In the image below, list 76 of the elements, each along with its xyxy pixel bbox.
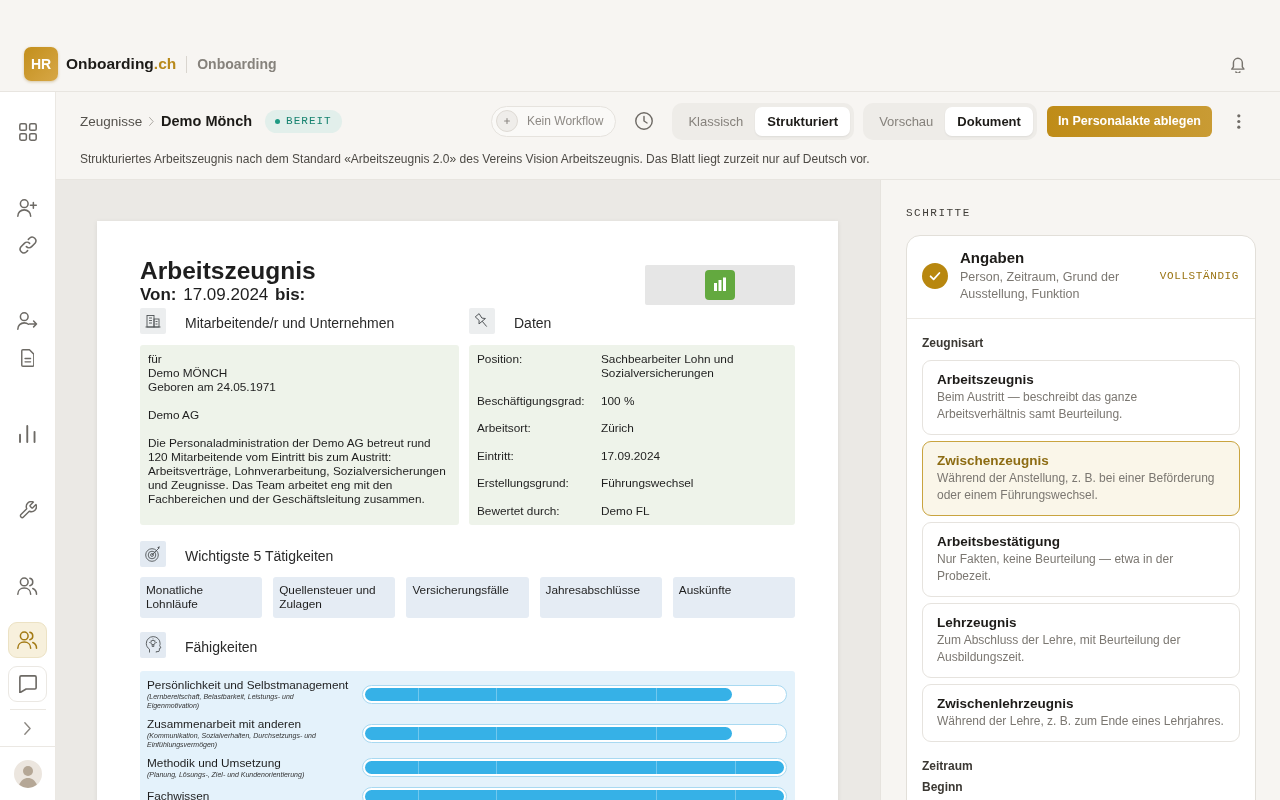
info-text: Demo MÖNCH (148, 366, 229, 380)
users-icon (17, 631, 38, 649)
bell-icon (1231, 55, 1245, 73)
field-label: Beginn (922, 781, 964, 794)
display-mode-tab[interactable]: Dokument (945, 106, 1033, 136)
section-title: Mitarbeitende/r und Unternehmen (185, 314, 395, 332)
step-subtitle: Person, Zeitraum, Grund der Ausstellung, Funktion (960, 269, 1121, 303)
link-icon (18, 236, 37, 254)
info-text: Geboren am 24.05.1971 (148, 380, 277, 394)
period-text: Von: 17.09.2024 bis: (140, 285, 307, 305)
status-dot-icon (275, 118, 281, 124)
grid-icon (18, 123, 37, 141)
document-icon (20, 349, 35, 367)
chat-bubble-icon (18, 675, 37, 693)
data-value: Sachbearbeiter Lohn und Sozialversicherungen (601, 352, 735, 380)
dots-vertical-icon (1237, 113, 1241, 129)
certificate-type-option[interactable]: Arbeitsbestätigung Nur Fakten, keine Beurteilung — etwa in der Probezeit. (922, 522, 1240, 597)
skill-name: Zusammenarbeit mit anderen (147, 717, 303, 731)
skill-name: Persönlichkeit und Selbstmanagement (147, 678, 350, 692)
tool-button[interactable] (8, 622, 47, 658)
info-text: Die Personaladministration der Demo AG betreut rund 120 Mitarbeitende vom Eintritt bis zum Austritt: Arbeitsverträge, Lohnverarbeitung, Sozialversicherungen und Zeugnisse. Das Team arbeitet eng mit den Fachbereichen und der Geschäftsleitung zusammen. (148, 436, 447, 506)
section-title: Fähigkeiten (185, 637, 258, 656)
section-title: Onboarding (197, 56, 277, 72)
data-value: 100 % (601, 393, 636, 408)
section-title: Daten (514, 314, 552, 332)
certificate-type-option[interactable]: Zwischenzeugnis Während der Anstellung, z. B. bei einer Beförderung oder einem Führungswechsel. (922, 441, 1240, 516)
user-plus-icon (17, 199, 38, 217)
status-label: BEREIT (286, 115, 332, 127)
step-status: VOLLSTÄNDIG (1159, 269, 1239, 282)
wrench-icon (18, 501, 37, 519)
bar-chart-icon (19, 425, 36, 443)
building-icon (140, 308, 166, 334)
activity-card: Versicherungsfälle (406, 576, 529, 618)
skill-name: Fachwissen (147, 789, 211, 800)
tool-button[interactable] (8, 666, 47, 702)
data-value: Zürich (601, 421, 635, 435)
company-logo-icon (705, 270, 735, 300)
section-label: Zeugnisart (922, 336, 985, 350)
section-title: Wichtigste 5 Tätigkeiten (185, 546, 334, 565)
activity-card: Quellensteuer und Zulagen (273, 576, 396, 618)
certificate-type-option[interactable]: Zwischenlehrzeugnis Während der Lehre, z. B. zum Ende eines Lehrjahres. (922, 684, 1240, 742)
data-value: 17.09.2024 (601, 448, 662, 463)
head-lightbulb-icon (140, 631, 166, 658)
panel-heading: SCHRITTE (906, 206, 972, 220)
data-label: Bewertet durch: (477, 503, 561, 518)
info-text: für (148, 352, 163, 366)
document-title: Arbeitszeugnis (140, 257, 316, 285)
step-title: Angaben (960, 248, 1026, 268)
certificate-type-option[interactable]: Lehrzeugnis Zum Abschluss der Lehre, mit Beurteilung der Ausbildungszeit. (922, 603, 1240, 678)
section-label: Zeitraum (922, 759, 974, 773)
data-label: Position: (477, 352, 524, 368)
view-mode-tab[interactable]: Strukturiert (755, 106, 851, 136)
activity-card: Auskünfte (672, 576, 795, 618)
page-description: Strukturiertes Arbeitszeugnis nach dem Standard «Arbeitszeugnis 2.0» des Vereins Vision Arbeitszeugnis. Das Blatt liegt zurzeit nur auf Deutsch vor. (80, 151, 871, 168)
target-icon (140, 540, 166, 567)
breadcrumb-link[interactable]: Zeugnisse (80, 113, 143, 129)
pushpin-icon (469, 308, 495, 334)
info-text: Demo AG (148, 408, 201, 422)
skill-name: Methodik und Umsetzung (147, 756, 282, 770)
data-value: Führungswechsel (601, 476, 695, 490)
data-label: Eintritt: (477, 448, 515, 463)
certificate-type-option[interactable]: Arbeitszeugnis Beim Austritt — beschreibt das ganze Arbeitsverhältnis samt Beurteilung. (922, 360, 1240, 435)
clock-icon (635, 112, 654, 130)
data-label: Beschäftigungsgrad: (477, 393, 586, 408)
activity-card: Monatliche Lohnläufe (140, 576, 263, 618)
user-arrow-icon (17, 312, 38, 330)
page-title: Demo Mönch (161, 113, 253, 129)
plus-icon (495, 110, 518, 132)
activity-card: Jahresabschlüsse (539, 576, 662, 618)
chevron-right-icon (24, 721, 31, 735)
brand-name: Onboarding.ch (66, 55, 177, 73)
data-label: Arbeitsort: (477, 421, 532, 435)
users-icon (17, 577, 38, 595)
chevron-right-icon (149, 116, 155, 126)
data-value: Demo FL (601, 503, 651, 518)
data-label: Erstellungsgrund: (477, 476, 570, 490)
